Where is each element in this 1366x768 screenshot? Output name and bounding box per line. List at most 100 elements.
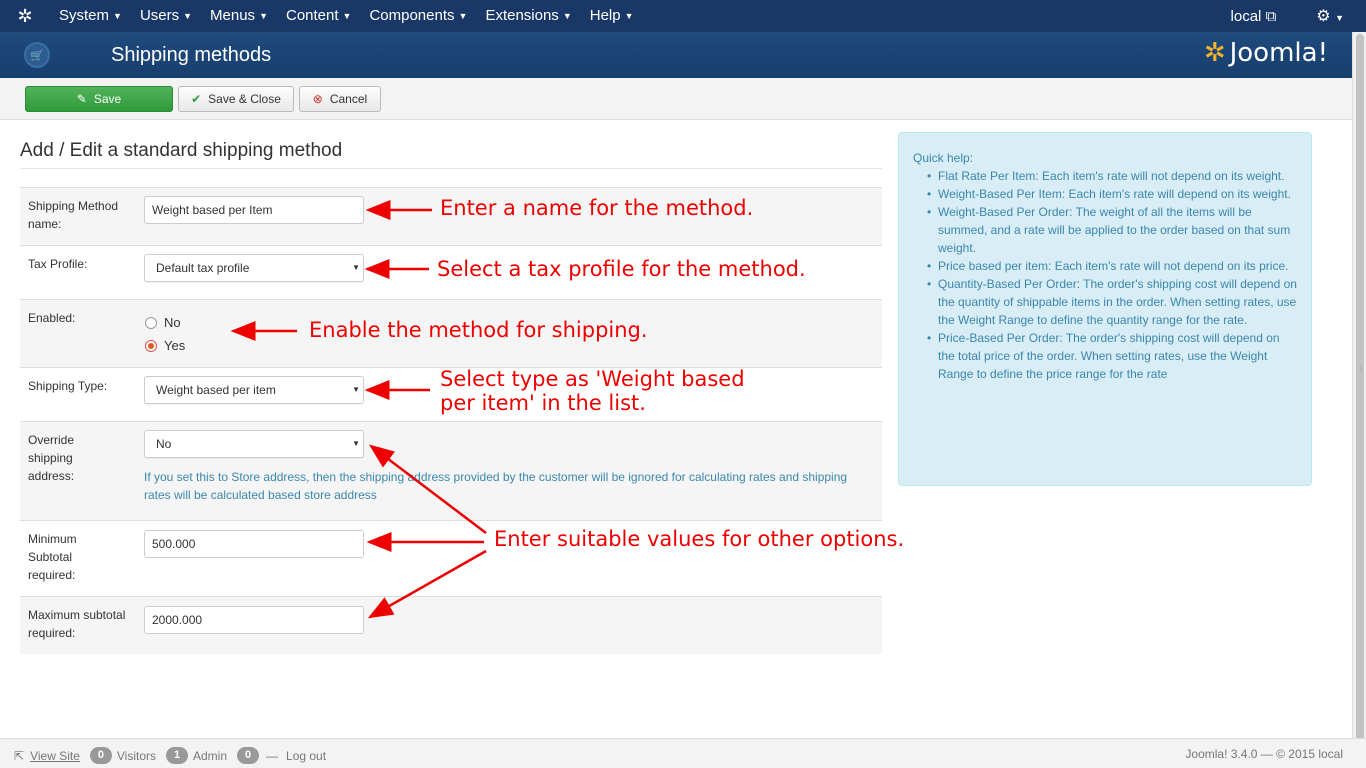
menu-content-label: Content bbox=[285, 7, 339, 24]
gear-icon: ⚙ bbox=[1316, 8, 1331, 25]
quick-help-list: Flat Rate Per Item: Each item's rate wil… bbox=[913, 167, 1297, 383]
shipping-type-value: Weight based per item bbox=[156, 383, 276, 397]
visitors-label: Visitors bbox=[116, 748, 156, 763]
enabled-no-radio[interactable]: No bbox=[145, 315, 181, 330]
tax-label: Tax Profile: bbox=[28, 257, 88, 271]
main-menu: System ▼ Users ▼ Menus ▼ Content ▼ Component… bbox=[50, 0, 643, 32]
page-title: Shipping methods bbox=[111, 44, 272, 66]
menu-users[interactable]: Users ▼ bbox=[131, 0, 201, 32]
save-button[interactable]: ✎ Save bbox=[25, 86, 173, 112]
save-close-label: Save & Close bbox=[208, 92, 281, 106]
enabled-label: Enabled: bbox=[28, 311, 76, 325]
chevron-down-icon: ▼ bbox=[624, 11, 634, 22]
quick-help-title: Quick help: bbox=[913, 151, 974, 165]
override-help-text: If you set this to Store address, then t… bbox=[144, 470, 848, 502]
save-close-button[interactable]: ✔ Save & Close bbox=[178, 86, 294, 112]
menu-content[interactable]: Content ▼ bbox=[277, 0, 360, 32]
dropdown-arrow-icon: ▼ bbox=[352, 439, 360, 448]
scrollbar[interactable]: ⋮ bbox=[1352, 32, 1366, 756]
annotation-type-line1: Select type as 'Weight based bbox=[440, 367, 745, 391]
status-bar: ⇱ View Site 0 Visitors 1 Admin 0 — Log o… bbox=[0, 738, 1366, 768]
grip-icon: ⋮ bbox=[1357, 365, 1365, 374]
admin-count-badge: 1 bbox=[166, 747, 188, 764]
status-left: ⇱ View Site 0 Visitors 1 Admin 0 — Log o… bbox=[14, 747, 326, 764]
scrollbar-thumb[interactable] bbox=[1356, 34, 1364, 756]
min-subtotal-label: Minimum Subtotal required: bbox=[28, 532, 77, 582]
shipping-type-select[interactable]: Weight based per item ▼ bbox=[144, 376, 364, 404]
title-bar: 🛒 Shipping methods ✲ Joomla! bbox=[0, 32, 1366, 78]
menu-menus-label: Menus bbox=[210, 7, 256, 24]
version-text: Joomla! 3.4.0 — © 2015 local bbox=[1185, 747, 1343, 761]
enabled-yes-radio[interactable]: Yes bbox=[145, 338, 185, 353]
chevron-down-icon: ▼ bbox=[342, 11, 352, 22]
name-label: Shipping Method name: bbox=[28, 199, 119, 231]
override-select[interactable]: No ▼ bbox=[144, 430, 364, 458]
override-label: Override shipping address: bbox=[28, 433, 75, 483]
chevron-down-icon: ▼ bbox=[113, 11, 122, 22]
visitors-count-badge: 0 bbox=[89, 747, 112, 764]
tax-profile-select[interactable]: Default tax profile ▼ bbox=[144, 254, 364, 282]
joomla-brand-text: Joomla! bbox=[1229, 38, 1328, 68]
save-label: Save bbox=[93, 92, 122, 106]
menu-extensions[interactable]: Extensions ▼ bbox=[476, 0, 580, 32]
min-subtotal-input[interactable]: 500.000 bbox=[144, 530, 364, 558]
cancel-button[interactable]: ⊗ Cancel bbox=[299, 86, 381, 112]
row-override: Override shipping address: No ▼ If you se… bbox=[20, 421, 882, 520]
quick-help-panel: Quick help: Flat Rate Per Item: Each ite… bbox=[898, 132, 1312, 486]
menu-help[interactable]: Help ▼ bbox=[581, 0, 643, 32]
form-heading: Add / Edit a standard shipping method bbox=[20, 140, 343, 161]
joomla-brand: ✲ Joomla! bbox=[1204, 38, 1328, 68]
annotation-name: Enter a name for the method. bbox=[440, 196, 754, 220]
menu-system[interactable]: System ▼ bbox=[50, 0, 131, 32]
cancel-icon: ⊗ bbox=[312, 92, 323, 106]
dropdown-arrow-icon: ▼ bbox=[352, 263, 360, 272]
toolbar: ✎ Save ✔ Save & Close ⊗ Cancel bbox=[0, 78, 1352, 120]
logout-count-badge: 0 bbox=[237, 747, 260, 764]
user-menu[interactable]: ⚙ ▼ bbox=[1316, 6, 1344, 26]
menu-help-label: Help bbox=[589, 7, 621, 24]
chevron-down-icon: ▼ bbox=[259, 11, 268, 22]
minus-icon: — bbox=[266, 748, 279, 763]
annotation-others: Enter suitable values for other options. bbox=[494, 527, 905, 551]
menu-components[interactable]: Components ▼ bbox=[360, 0, 476, 32]
checkmark-icon: ✔ bbox=[191, 92, 202, 106]
row-max-subtotal: Maximum subtotal required: 2000.000 bbox=[20, 596, 882, 654]
chevron-down-icon: ▼ bbox=[183, 11, 193, 22]
chevron-down-icon: ▼ bbox=[458, 11, 468, 22]
radio-on-icon bbox=[145, 339, 157, 352]
list-item: Quantity-Based Per Order: The order's sh… bbox=[913, 275, 1297, 329]
list-item: Price-Based Per Order: The order's shipp… bbox=[913, 329, 1297, 383]
cart-icon: 🛒 bbox=[24, 42, 50, 68]
view-site-icon: ⇱ bbox=[14, 748, 25, 763]
divider bbox=[20, 168, 882, 169]
annotation-tax: Select a tax profile for the method. bbox=[437, 257, 806, 281]
list-item: Flat Rate Per Item: Each item's rate wil… bbox=[913, 167, 1297, 185]
joomla-mark-icon: ✲ bbox=[1203, 38, 1226, 68]
menu-extensions-label: Extensions bbox=[485, 7, 559, 24]
menu-users-label: Users bbox=[139, 7, 180, 24]
joomla-logo-icon[interactable]: ✲ bbox=[0, 0, 50, 32]
enabled-no-label: No bbox=[164, 315, 181, 330]
chevron-down-icon: ▼ bbox=[562, 11, 572, 22]
view-site-link[interactable]: View Site bbox=[30, 749, 80, 763]
tax-profile-value: Default tax profile bbox=[156, 261, 250, 275]
logout-link[interactable]: Log out bbox=[286, 749, 326, 763]
max-subtotal-input[interactable]: 2000.000 bbox=[144, 606, 364, 634]
site-link[interactable]: local ⧉ bbox=[1231, 8, 1277, 25]
name-input[interactable]: Weight based per Item bbox=[144, 196, 364, 224]
navbar-right: local ⧉ ⚙ ▼ bbox=[1231, 0, 1366, 32]
annotation-enable: Enable the method for shipping. bbox=[309, 318, 648, 342]
list-item: Weight-Based Per Item: Each item's rate … bbox=[913, 185, 1297, 203]
override-value: No bbox=[156, 437, 172, 451]
top-navbar: ✲ System ▼ Users ▼ Menus ▼ Content ▼ Compone… bbox=[0, 0, 1366, 32]
radio-off-icon bbox=[145, 316, 157, 329]
list-item: Price based per item: Each item's rate w… bbox=[913, 257, 1297, 275]
admin-label: Admin bbox=[193, 748, 228, 763]
annotation-type-line2: per item' in the list. bbox=[440, 391, 646, 415]
dropdown-arrow-icon: ▼ bbox=[352, 385, 360, 394]
chevron-down-icon: ▼ bbox=[1335, 13, 1344, 23]
external-link-icon: ⧉ bbox=[1265, 7, 1277, 25]
list-item: Weight-Based Per Order: The weight of al… bbox=[913, 203, 1297, 257]
menu-menus[interactable]: Menus ▼ bbox=[201, 0, 277, 32]
cancel-label: Cancel bbox=[329, 92, 368, 106]
